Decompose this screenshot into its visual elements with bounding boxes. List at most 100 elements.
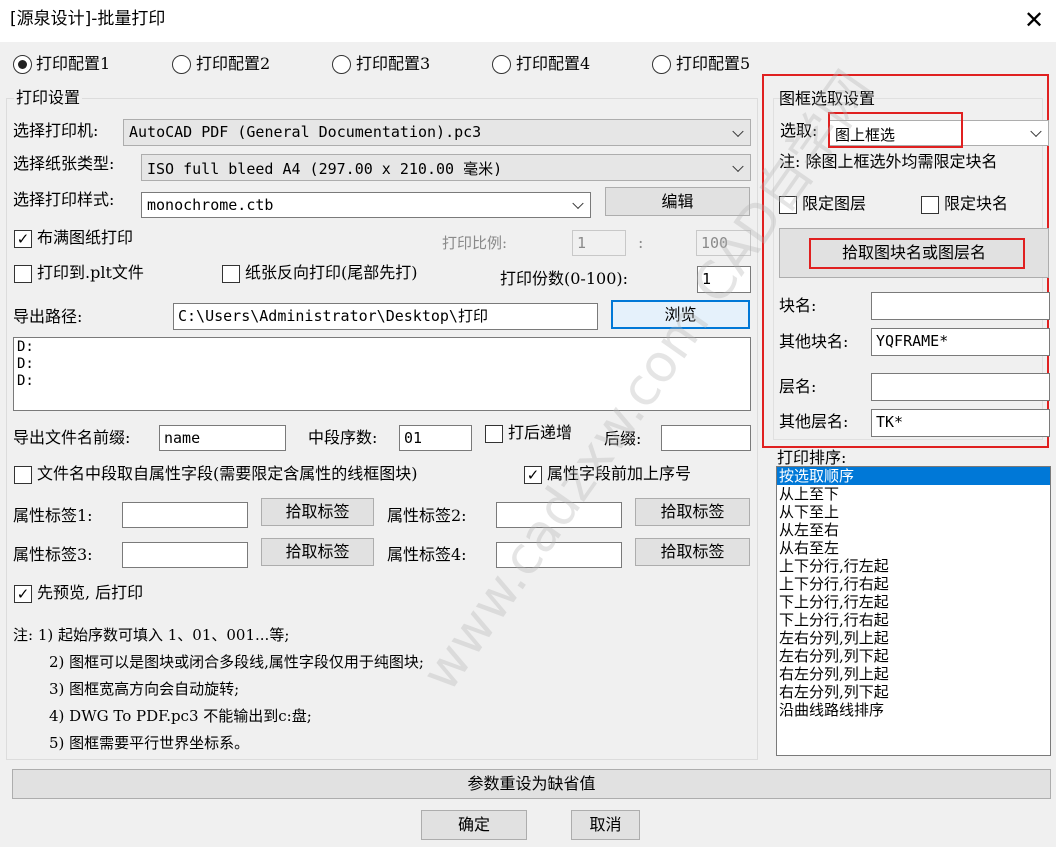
- limit-layer-checkbox[interactable]: [779, 196, 797, 214]
- list-item[interactable]: 上下分行,行左起: [777, 557, 1050, 575]
- other-layer-label: 其他层名:: [779, 412, 849, 431]
- radio-config-4[interactable]: [492, 55, 511, 74]
- chevron-down-icon: [1030, 125, 1042, 138]
- other-block-label: 其他块名:: [779, 332, 849, 351]
- paper-select[interactable]: ISO full bleed A4 (297.00 x 210.00 毫米): [141, 154, 751, 181]
- edit-button[interactable]: 编辑: [605, 187, 750, 216]
- list-item[interactable]: 从左至右: [777, 521, 1050, 539]
- suffix-input[interactable]: [661, 425, 751, 451]
- style-label: 选择打印样式:: [13, 190, 115, 209]
- pick-tag2-button[interactable]: 拾取标签: [635, 498, 750, 526]
- tag1-input[interactable]: [122, 502, 248, 528]
- prefix-label: 导出文件名前缀:: [13, 428, 131, 447]
- layer-name-label: 层名:: [779, 377, 817, 396]
- tag3-input[interactable]: [122, 542, 248, 568]
- print-order-label: 打印排序:: [777, 448, 847, 467]
- config-3-label: 打印配置3: [356, 54, 431, 73]
- limit-block-checkbox[interactable]: [921, 196, 939, 214]
- path-list-textarea[interactable]: D: D: D:: [13, 337, 751, 411]
- scale-separator: :: [638, 233, 644, 252]
- printer-label: 选择打印机:: [13, 121, 99, 140]
- tag3-label: 属性标签3:: [13, 545, 93, 564]
- window-title: [源泉设计]-批量打印: [10, 9, 166, 29]
- chevron-down-icon: [572, 197, 584, 210]
- note-line: 2) 图框可以是图块或闭合多段线,属性字段仅用于纯图块;: [49, 653, 424, 671]
- pick-tag3-button[interactable]: 拾取标签: [261, 538, 374, 566]
- reset-defaults-button[interactable]: 参数重设为缺省值: [12, 769, 1051, 799]
- list-item[interactable]: 左右分列,列上起: [777, 629, 1050, 647]
- cancel-button[interactable]: 取消: [571, 810, 640, 840]
- tag4-input[interactable]: [496, 542, 622, 568]
- select-mode-highlight: [828, 112, 963, 148]
- radio-config-2[interactable]: [172, 55, 191, 74]
- preview-checkbox[interactable]: ✓: [14, 585, 32, 603]
- attr-mid-label: 文件名中段取自属性字段(需要限定含属性的线框图块): [37, 464, 418, 483]
- block-name-input[interactable]: [871, 292, 1050, 320]
- plt-label: 打印到.plt文件: [37, 263, 144, 282]
- list-item[interactable]: 从上至下: [777, 485, 1050, 503]
- note-line: 5) 图框需要平行世界坐标系。: [49, 734, 250, 752]
- after-increment-checkbox[interactable]: [485, 425, 503, 443]
- frame-settings-title: 图框选取设置: [779, 89, 876, 108]
- plt-checkbox[interactable]: [14, 265, 32, 283]
- pick-tag1-button[interactable]: 拾取标签: [261, 498, 374, 526]
- config-4-label: 打印配置4: [516, 54, 591, 73]
- copies-label: 打印份数(0-100):: [500, 269, 629, 288]
- chevron-down-icon: [732, 125, 744, 137]
- pick-tag4-button[interactable]: 拾取标签: [635, 538, 750, 566]
- tag1-label: 属性标签1:: [13, 506, 93, 525]
- list-item[interactable]: 右左分列,列下起: [777, 683, 1050, 701]
- fit-paper-label: 布满图纸打印: [37, 228, 134, 247]
- mid-seq-label: 中段序数:: [308, 428, 378, 447]
- other-layer-input[interactable]: TK*: [871, 409, 1050, 437]
- attr-prefix-checkbox[interactable]: ✓: [524, 466, 542, 484]
- copies-input[interactable]: 1: [697, 266, 751, 293]
- prefix-input[interactable]: name: [159, 425, 286, 451]
- radio-config-3[interactable]: [332, 55, 351, 74]
- scale-input-1[interactable]: 1: [572, 230, 626, 256]
- frame-note: 注: 除图上框选外均需限定块名: [779, 152, 998, 171]
- export-path-input[interactable]: C:\Users\Administrator\Desktop\打印: [173, 303, 598, 330]
- list-item[interactable]: 按选取顺序: [777, 467, 1050, 485]
- attr-mid-checkbox[interactable]: [14, 466, 32, 484]
- list-item[interactable]: 左右分列,列下起: [777, 647, 1050, 665]
- other-block-input[interactable]: YQFRAME*: [871, 328, 1050, 356]
- browse-button[interactable]: 浏览: [611, 300, 750, 329]
- layer-name-input[interactable]: [871, 373, 1050, 401]
- tag2-input[interactable]: [496, 502, 622, 528]
- style-value: monochrome.ctb: [147, 196, 274, 214]
- config-1-label: 打印配置1: [36, 54, 111, 73]
- list-item[interactable]: 从右至左: [777, 539, 1050, 557]
- list-item[interactable]: 右左分列,列上起: [777, 665, 1050, 683]
- pick-button-highlight: [809, 238, 1025, 269]
- list-item[interactable]: 从下至上: [777, 503, 1050, 521]
- export-path-label: 导出路径:: [13, 307, 83, 326]
- list-item[interactable]: 下上分行,行右起: [777, 611, 1050, 629]
- suffix-label: 后缀:: [604, 429, 642, 448]
- list-item[interactable]: 下上分行,行左起: [777, 593, 1050, 611]
- print-order-list[interactable]: 按选取顺序 从上至下 从下至上 从左至右 从右至左 上下分行,行左起 上下分行,…: [776, 466, 1051, 756]
- select-mode-label: 选取:: [780, 121, 818, 140]
- paper-value: ISO full bleed A4 (297.00 x 210.00 毫米): [147, 160, 503, 178]
- limit-layer-label: 限定图层: [802, 194, 867, 213]
- reverse-label: 纸张反向打印(尾部先打): [245, 263, 418, 282]
- radio-config-1[interactable]: [13, 55, 32, 74]
- config-5-label: 打印配置5: [676, 54, 751, 73]
- radio-config-5[interactable]: [652, 55, 671, 74]
- config-2-label: 打印配置2: [196, 54, 271, 73]
- ok-button[interactable]: 确定: [421, 810, 527, 840]
- block-name-label: 块名:: [779, 296, 817, 315]
- mid-seq-input[interactable]: 01: [399, 425, 472, 451]
- printer-select[interactable]: AutoCAD PDF (General Documentation).pc3: [123, 119, 751, 146]
- path-line: D:: [17, 339, 34, 355]
- list-item[interactable]: 沿曲线路线排序: [777, 701, 1050, 719]
- tag4-label: 属性标签4:: [387, 545, 467, 564]
- style-select[interactable]: monochrome.ctb: [141, 192, 591, 218]
- list-item[interactable]: 上下分行,行右起: [777, 575, 1050, 593]
- scale-label: 打印比例:: [442, 234, 508, 252]
- note-line: 4) DWG To PDF.pc3 不能输出到c:盘;: [49, 707, 312, 725]
- fit-paper-checkbox[interactable]: ✓: [14, 230, 32, 248]
- reverse-checkbox[interactable]: [222, 265, 240, 283]
- close-icon[interactable]: ✕: [1020, 6, 1048, 34]
- scale-input-2[interactable]: 100: [696, 230, 751, 256]
